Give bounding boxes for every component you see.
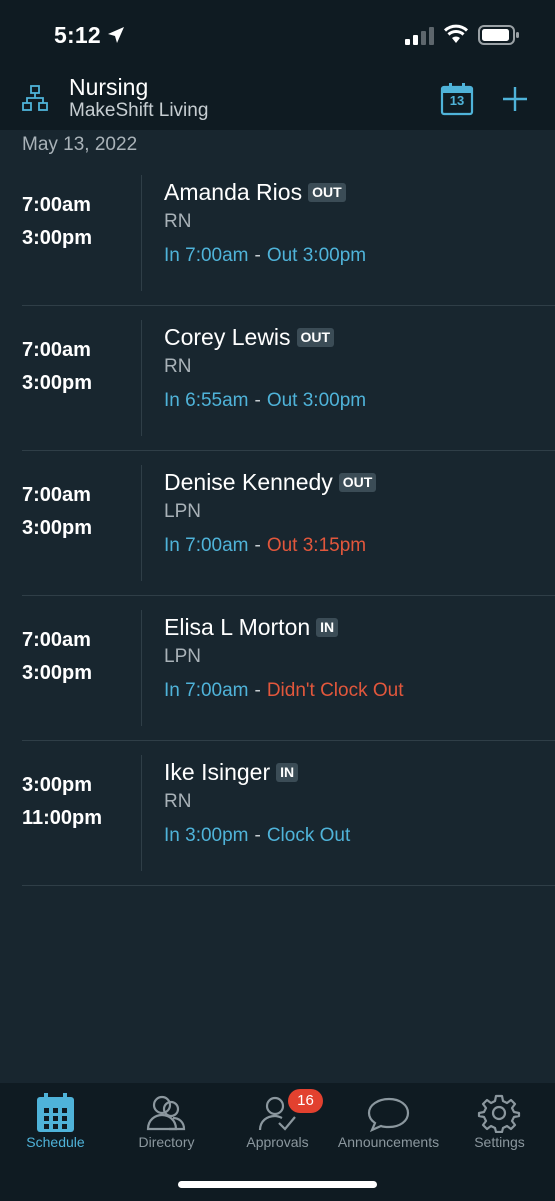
calendar-today-button[interactable]: 13 (440, 82, 474, 116)
app-header: Nursing MakeShift Living 13 (0, 70, 555, 130)
tab-label: Settings (474, 1134, 525, 1150)
tab-settings[interactable]: Settings (444, 1083, 555, 1163)
divider (141, 175, 142, 291)
shift-row[interactable]: 3:00pm 11:00pm Ike Isinger IN RN In 3:00… (0, 741, 555, 886)
header-subtitle[interactable]: MakeShift Living (69, 100, 208, 122)
tab-announcements[interactable]: Announcements (333, 1083, 444, 1163)
shift-time-range: 7:00am 3:00pm (22, 334, 92, 400)
chat-bubble-icon (367, 1097, 410, 1133)
tab-label: Announcements (337, 1134, 440, 1150)
shift-start: 7:00am (22, 194, 91, 216)
shift-time-range: 3:00pm 11:00pm (22, 769, 102, 835)
tab-schedule[interactable]: Schedule (0, 1083, 111, 1163)
employee-role: RN (164, 791, 192, 812)
shift-row[interactable]: 7:00am 3:00pm Amanda Rios OUT RN In 7:00… (0, 161, 555, 306)
status-badge: IN (276, 762, 299, 782)
cellular-signal-icon (405, 27, 434, 45)
divider (141, 610, 142, 726)
employee-role: RN (164, 211, 192, 232)
shift-end: 3:00pm (22, 227, 93, 249)
clock-out: Out 3:00pm (266, 245, 367, 266)
shift-end: 3:00pm (22, 372, 93, 394)
clock-out: Out 3:15pm (266, 535, 367, 556)
clock-out: Out 3:00pm (266, 390, 367, 411)
clock-times: In 3:00pm - Clock Out (164, 825, 350, 847)
status-badge: OUT (338, 472, 377, 492)
schedule-date: May 13, 2022 (22, 134, 138, 155)
clock-out: Didn't Clock Out (266, 680, 404, 701)
tab-directory[interactable]: Directory (111, 1083, 222, 1163)
home-indicator[interactable] (178, 1181, 377, 1188)
clock-in: In 3:00pm (164, 825, 249, 846)
clock-in: In 7:00am (164, 245, 249, 266)
shift-time-range: 7:00am 3:00pm (22, 624, 92, 690)
clock-separator: - (254, 245, 261, 266)
tab-label: Schedule (26, 1134, 85, 1150)
divider (141, 320, 142, 436)
clock-times: In 6:55am - Out 3:00pm (164, 390, 366, 412)
clock-in: In 6:55am (164, 390, 249, 411)
add-icon[interactable] (500, 84, 530, 114)
calendar-day-number: 13 (449, 93, 465, 108)
shift-row[interactable]: 7:00am 3:00pm Corey Lewis OUT RN In 6:55… (0, 306, 555, 451)
employee-name: Denise Kennedy (164, 468, 333, 495)
clock-in: In 7:00am (164, 680, 249, 701)
clock-times: In 7:00am - Out 3:15pm (164, 535, 366, 557)
clock-out-button[interactable]: Clock Out (267, 825, 350, 846)
clock-separator: - (254, 825, 261, 846)
shift-time-range: 7:00am 3:00pm (22, 189, 92, 255)
shift-start: 3:00pm (22, 774, 93, 796)
shift-time-range: 7:00am 3:00pm (22, 479, 92, 545)
status-badge: OUT (308, 182, 346, 202)
org-chart-icon[interactable] (21, 84, 49, 112)
battery-icon (478, 25, 519, 45)
tab-label: Approvals (246, 1134, 309, 1150)
approvals-count-badge: 16 (288, 1089, 323, 1113)
shift-end: 3:00pm (22, 517, 93, 539)
employee-role: RN (164, 356, 192, 377)
shift-end: 11:00pm (22, 807, 103, 829)
shift-start: 7:00am (22, 629, 91, 651)
calendar-icon (37, 1093, 74, 1132)
shift-end: 3:00pm (22, 662, 93, 684)
header-title[interactable]: Nursing (69, 74, 148, 101)
clock-in: In 7:00am (164, 535, 249, 556)
people-icon (146, 1095, 186, 1131)
status-badge: IN (316, 617, 339, 637)
clock-separator: - (254, 535, 261, 556)
status-time: 5:12 (54, 22, 101, 48)
employee-name: Corey Lewis (164, 323, 291, 350)
row-divider (22, 885, 555, 886)
divider (141, 465, 142, 581)
gear-icon (477, 1094, 521, 1133)
employee-name: Amanda Rios (164, 178, 303, 205)
employee-name: Elisa L Morton (164, 613, 311, 640)
employee-name: Ike Isinger (164, 758, 271, 785)
status-bar: 5:12 (0, 0, 555, 70)
shift-start: 7:00am (22, 484, 91, 506)
employee-role: LPN (164, 646, 201, 667)
clock-separator: - (254, 680, 261, 701)
clock-times: In 7:00am - Didn't Clock Out (164, 680, 404, 702)
shift-row[interactable]: 7:00am 3:00pm Elisa L Morton IN LPN In 7… (0, 596, 555, 741)
clock-separator: - (254, 390, 261, 411)
employee-role: LPN (164, 501, 201, 522)
wifi-icon (443, 24, 469, 43)
clock-times: In 7:00am - Out 3:00pm (164, 245, 366, 267)
shift-start: 7:00am (22, 339, 91, 361)
tab-label: Directory (138, 1134, 195, 1150)
shift-row[interactable]: 7:00am 3:00pm Denise Kennedy OUT LPN In … (0, 451, 555, 596)
location-arrow-icon (108, 27, 124, 43)
status-badge: OUT (296, 327, 335, 347)
divider (141, 755, 142, 871)
